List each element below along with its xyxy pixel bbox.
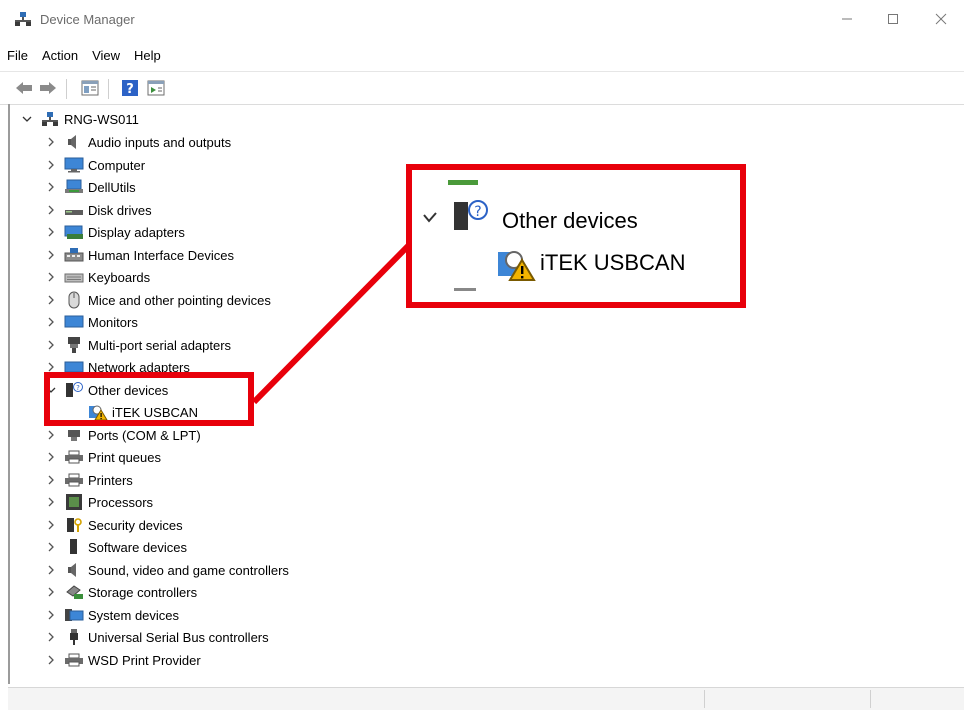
callout-device-label: iTEK USBCAN xyxy=(540,250,686,275)
partial-icon-fragment xyxy=(454,288,476,291)
chevron-down-icon xyxy=(423,212,437,223)
callout-category-label: Other devices xyxy=(502,208,638,233)
unknown-device-icon: ? xyxy=(454,200,488,230)
callout-connector-line xyxy=(251,239,415,405)
svg-text:?: ? xyxy=(474,204,481,220)
callout-zoom-box: ? Other devices iTEK USBCAN xyxy=(406,164,746,308)
warning-device-icon xyxy=(498,251,536,281)
partial-icon-fragment xyxy=(448,180,478,185)
callout-highlight-box xyxy=(44,372,254,426)
